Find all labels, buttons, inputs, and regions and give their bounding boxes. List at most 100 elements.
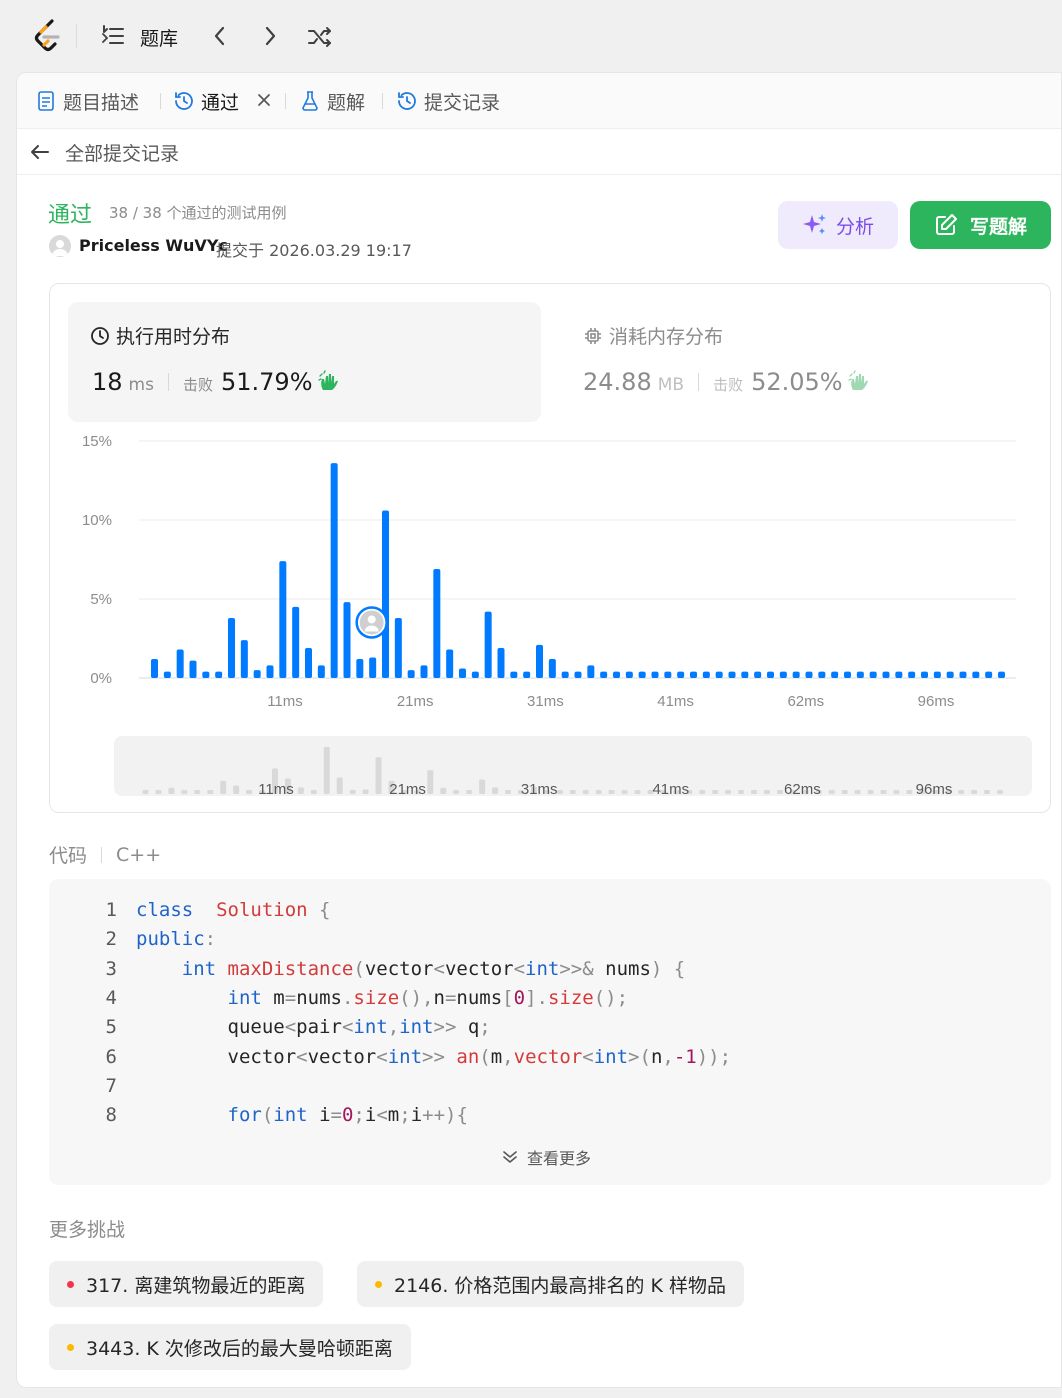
bar[interactable] <box>844 671 851 678</box>
bar[interactable] <box>292 606 300 678</box>
bar[interactable] <box>266 665 274 678</box>
bar[interactable] <box>856 671 864 678</box>
bar[interactable] <box>279 561 287 678</box>
mini-bar <box>582 790 589 794</box>
bar[interactable] <box>215 671 223 678</box>
bar[interactable] <box>536 644 543 678</box>
bar[interactable] <box>818 671 826 678</box>
challenge-item[interactable]: 317. 离建筑物最近的距离 <box>49 1261 324 1307</box>
navigator-tick-label: 11ms <box>258 781 294 798</box>
bar[interactable] <box>523 671 531 678</box>
bar[interactable] <box>317 665 325 678</box>
bar[interactable] <box>484 611 492 678</box>
bar[interactable] <box>869 671 877 678</box>
all-submissions-link[interactable]: 全部提交记录 <box>65 139 179 166</box>
bar[interactable] <box>446 649 454 678</box>
bar[interactable] <box>356 659 364 678</box>
range-navigator[interactable] <box>114 736 1032 796</box>
bar[interactable] <box>767 671 774 678</box>
leetcode-logo-icon[interactable] <box>32 18 66 54</box>
shuffle-icon[interactable] <box>306 23 334 51</box>
bar[interactable] <box>946 671 954 678</box>
line-number: 6 <box>105 1045 117 1068</box>
tab-accepted[interactable]: 通过 <box>173 87 239 115</box>
bar[interactable] <box>407 670 415 678</box>
challenge-item[interactable]: 3443. K 次修改后的最大曼哈顿距离 <box>49 1324 411 1370</box>
bar[interactable] <box>638 671 646 678</box>
bar[interactable] <box>895 671 903 678</box>
bar[interactable] <box>510 671 518 678</box>
bar[interactable] <box>240 640 248 678</box>
bar[interactable] <box>972 671 980 678</box>
bar[interactable] <box>998 671 1005 678</box>
bar[interactable] <box>754 671 762 678</box>
bar[interactable] <box>613 671 620 678</box>
bar[interactable] <box>189 660 197 678</box>
bar[interactable] <box>574 671 582 678</box>
edit-icon <box>935 214 957 235</box>
bar[interactable] <box>625 671 633 678</box>
arrow-left-icon[interactable] <box>29 141 51 163</box>
bar[interactable] <box>908 671 916 678</box>
bar[interactable] <box>921 671 928 678</box>
bar[interactable] <box>985 671 993 678</box>
mini-bar <box>699 790 706 794</box>
bar[interactable] <box>882 671 890 678</box>
bar[interactable] <box>497 647 505 678</box>
close-icon[interactable] <box>253 89 275 111</box>
bar[interactable] <box>600 671 608 678</box>
line-number: 2 <box>105 928 117 951</box>
bar[interactable] <box>561 671 569 678</box>
bar[interactable] <box>305 647 312 678</box>
challenge-item[interactable]: 2146. 价格范围内最高排名的 K 样物品 <box>357 1261 744 1307</box>
bar[interactable] <box>690 671 697 678</box>
bar[interactable] <box>831 671 839 678</box>
bar[interactable] <box>792 671 800 678</box>
code-block[interactable]: 查看更多 1 class Solution {2 public: 3 int maxD… <box>49 879 1051 1185</box>
bar[interactable] <box>151 659 158 678</box>
bar[interactable] <box>728 671 736 678</box>
bar[interactable] <box>548 659 556 678</box>
username[interactable]: Priceless WuVYc <box>79 236 228 255</box>
chevron-left-icon[interactable] <box>208 22 232 50</box>
bar[interactable] <box>394 617 402 678</box>
tab-solutions[interactable]: 题解 <box>299 87 365 115</box>
bar[interactable] <box>433 568 441 678</box>
problem-list-icon[interactable] <box>101 24 125 48</box>
bar[interactable] <box>959 671 967 678</box>
show-more-button[interactable]: 查看更多 <box>501 1145 591 1169</box>
bar[interactable] <box>805 671 813 678</box>
bar[interactable] <box>741 671 749 678</box>
code-language: C++ <box>116 843 162 866</box>
bar[interactable] <box>651 671 659 678</box>
chevron-right-icon[interactable] <box>258 22 282 50</box>
avatar[interactable] <box>49 235 71 257</box>
runtime-distribution-chart[interactable]: 15% 10% 5% 0% 11ms 21ms 31ms 41ms 62ms 96ms 11ms 21… <box>50 284 1052 814</box>
tab-description[interactable]: 题目描述 <box>35 87 139 115</box>
bar[interactable] <box>176 649 184 678</box>
bar[interactable] <box>343 602 351 678</box>
problem-bank-link[interactable]: 题库 <box>140 24 178 51</box>
tab-label: 通过 <box>201 91 240 114</box>
bar[interactable] <box>163 671 171 678</box>
bar[interactable] <box>933 671 941 678</box>
bar[interactable] <box>420 665 428 678</box>
bar[interactable] <box>228 617 235 678</box>
bar[interactable] <box>471 671 479 678</box>
bar[interactable] <box>369 657 377 678</box>
write-solution-button[interactable]: 写题解 <box>910 201 1051 249</box>
analyze-button[interactable]: 分析 <box>778 201 898 249</box>
bar[interactable] <box>664 671 672 678</box>
bar[interactable] <box>330 463 338 678</box>
bar[interactable] <box>382 510 389 678</box>
bar[interactable] <box>677 671 685 678</box>
tab-submissions[interactable]: 提交记录 <box>396 87 500 115</box>
bar[interactable] <box>459 668 466 678</box>
bar[interactable] <box>702 671 710 678</box>
bar[interactable] <box>587 665 595 678</box>
bar[interactable] <box>253 670 261 678</box>
bar[interactable] <box>202 671 210 678</box>
bar[interactable] <box>779 671 787 678</box>
mini-bar <box>569 790 576 794</box>
bar[interactable] <box>715 671 723 678</box>
